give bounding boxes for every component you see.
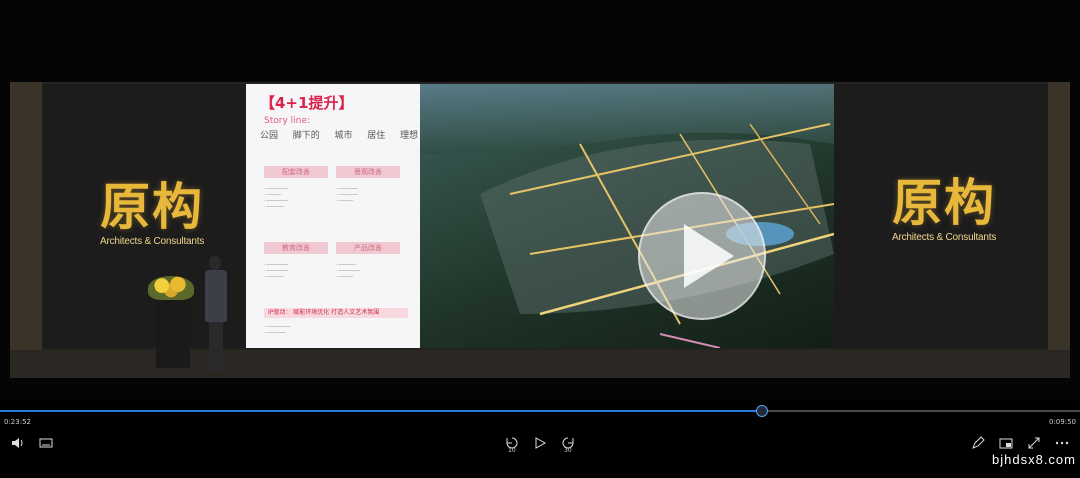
stage-pillar-right <box>1048 82 1070 350</box>
stage-pillar-left <box>10 82 42 350</box>
speaker-head <box>209 256 221 270</box>
video-frame[interactable]: 原构 Architects & Consultants 原构 Architect… <box>0 0 1080 400</box>
story-item: 公园 <box>260 131 279 141</box>
forward-30-button[interactable]: 30 <box>560 435 576 454</box>
subtitles-button[interactable] <box>38 435 54 451</box>
fullscreen-icon <box>1028 437 1040 449</box>
miniplayer-icon <box>999 438 1013 449</box>
side-screen-right: 原构 Architects & Consultants <box>834 84 1048 348</box>
presentation-slide: 【4+1提升】 Story line: 公园 脚下的 城市 居住 理想 配套改善… <box>246 84 834 348</box>
play-icon <box>535 437 547 449</box>
section-bullets: · ─────── · ───────── · ────── <box>336 262 361 279</box>
play-overlay-button[interactable] <box>638 192 766 320</box>
section-tag: 教育改善 <box>264 242 328 254</box>
play-button[interactable] <box>532 435 548 451</box>
flower-arrangement <box>148 276 194 300</box>
speaker-body <box>205 270 227 322</box>
subtitles-icon <box>39 438 53 448</box>
logo-subtitle: Architects & Consultants <box>892 232 997 243</box>
fullscreen-button[interactable] <box>1026 435 1042 451</box>
logo-mark: 原构 <box>892 173 997 232</box>
annotate-button[interactable] <box>970 435 986 451</box>
logo-right: 原构 Architects & Consultants <box>892 173 997 244</box>
volume-icon <box>12 438 23 448</box>
section-tag: 产品改善 <box>336 242 400 254</box>
more-icon <box>1055 441 1069 445</box>
logo-subtitle: Architects & Consultants <box>100 236 205 247</box>
seek-thumb[interactable] <box>756 405 769 417</box>
miniplayer-button[interactable] <box>998 435 1014 451</box>
seek-progress <box>0 410 763 412</box>
speaker-legs <box>209 322 223 372</box>
play-icon <box>684 224 734 288</box>
aerial-city-illustration <box>420 84 834 348</box>
story-item: 理想 <box>399 131 418 141</box>
slide-text-panel: 【4+1提升】 Story line: 公园 脚下的 城市 居住 理想 配套改善… <box>246 84 420 348</box>
podium <box>156 296 190 368</box>
rewind-10-button[interactable]: 10 <box>504 435 520 454</box>
slide-title: 【4+1提升】 <box>260 94 354 112</box>
section-bullets: · ───────── · ────── · ───────── · ─────── <box>264 186 289 209</box>
story-item: 脚下的 <box>292 131 320 141</box>
section-tag: 景观改善 <box>336 166 400 178</box>
time-current: 0:23:52 <box>4 418 31 426</box>
story-line-label: Story line: <box>264 116 310 126</box>
watermark: bjhdsx8.com <box>992 452 1076 467</box>
volume-button[interactable] <box>10 435 26 451</box>
story-item: 居住 <box>367 131 386 141</box>
aerial-rendering-image <box>420 84 834 348</box>
forward-30-label: 30 <box>564 447 572 454</box>
player-controls: 0:23:52 0:09:50 10 30 <box>0 400 1080 478</box>
more-button[interactable] <box>1054 435 1070 451</box>
rewind-10-label: 10 <box>508 447 516 454</box>
story-item: 城市 <box>334 131 353 141</box>
section-bullets: · ────────── · ──────── <box>264 324 291 335</box>
story-line-items: 公园 脚下的 城市 居住 理想 <box>260 128 418 141</box>
section-bullets: · ───────── · ───────── · ─────── <box>264 262 289 279</box>
logo-mark: 原构 <box>100 177 205 236</box>
section-tag: 配套改善 <box>264 166 328 178</box>
ip-driver-bar: IP驱动： 赋能环境优化 打造人文艺术氛围 <box>264 308 408 318</box>
pen-icon <box>972 436 985 449</box>
section-bullets: · ──────── · ──────── · ────── <box>336 186 358 203</box>
speaker-figure <box>204 256 228 374</box>
time-total: 0:09:50 <box>1049 418 1076 426</box>
logo-left: 原构 Architects & Consultants <box>100 177 205 248</box>
